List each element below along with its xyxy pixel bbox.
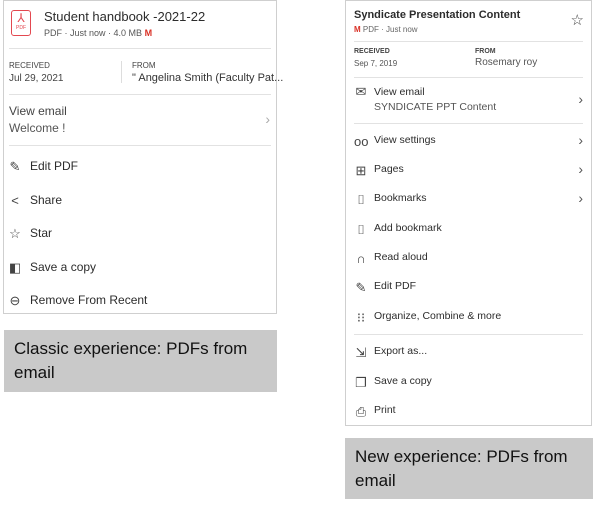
file-time: Just now [70, 28, 106, 38]
menu-item-label: Print [374, 404, 396, 416]
file-title: Syndicate Presentation Content [354, 9, 521, 21]
file-meta: M PDF · Just now [354, 25, 418, 34]
pdf-file-icon: ⅄ PDF [11, 10, 31, 36]
received-value: Jul 29, 2021 [9, 73, 64, 84]
menu-item-label: Add bookmark [374, 222, 442, 234]
export-icon: ⇲ [355, 345, 367, 360]
menu-item-save-a-copy[interactable]: ◧ Save a copy [4, 257, 276, 279]
save-copy-icon: ◧ [8, 260, 22, 275]
glasses-icon: oo [354, 134, 369, 149]
chevron-right-icon: › [265, 111, 270, 127]
star-icon: ☆ [9, 226, 21, 241]
menu-item-view-settings[interactable]: oo View settings › [346, 131, 591, 153]
chevron-right-icon: › [578, 190, 583, 206]
menu-item-edit-pdf[interactable]: ✎ Edit PDF [4, 156, 276, 178]
file-type: PDF [362, 25, 379, 34]
mail-icon: ✉ [355, 84, 367, 99]
from-label: FROM [132, 61, 156, 70]
menu-item-export-as[interactable]: ⇲ Export as... [346, 342, 591, 364]
view-email-row[interactable]: ✉ View email SYNDICATE PPT Content › [346, 81, 591, 121]
menu-item-label: Pages [374, 163, 404, 175]
pencil-icon: ✎ [9, 159, 21, 174]
menu-item-label: Export as... [374, 345, 428, 357]
remove-icon: ⊖ [9, 293, 21, 308]
classic-card: ⅄ PDF Student handbook -2021-22 PDF · Jus… [3, 0, 283, 314]
copy-icon: ❐ [355, 375, 367, 390]
view-email-row[interactable]: View email Welcome ! › [4, 97, 276, 143]
share-icon: < [11, 193, 19, 208]
menu-item-label: Bookmarks [374, 192, 427, 204]
from-label: FROM [475, 48, 496, 55]
view-email-label: View email [374, 86, 425, 98]
chevron-right-icon: › [578, 161, 583, 177]
print-icon: ⎙ [355, 404, 367, 419]
bookmarks-icon: ⌷ [357, 192, 365, 207]
menu-item-edit-pdf[interactable]: ✎ Edit PDF [346, 277, 591, 299]
from-value: Rosemary roy [475, 57, 538, 68]
file-type: PDF [44, 28, 62, 38]
new-card: Syndicate Presentation Content M PDF · J… [345, 0, 592, 426]
menu-item-pages[interactable]: ⊞ Pages › [346, 160, 591, 182]
file-size: 4.0 MB [113, 28, 143, 38]
star-button[interactable]: ☆ [571, 11, 584, 29]
menu-item-share[interactable]: < Share [4, 190, 276, 212]
menu-item-label: Save a copy [374, 375, 432, 387]
grid-icon: ⊞ [355, 163, 367, 178]
menu-item-bookmarks[interactable]: ⌷ Bookmarks › [346, 189, 591, 211]
file-meta: PDF · Just now · 4.0 MB M [44, 28, 153, 38]
file-title: Student handbook -2021-22 [44, 9, 206, 24]
email-subject: Welcome ! [9, 121, 66, 135]
menu-item-add-bookmark[interactable]: ⌷ Add bookmark [346, 219, 591, 241]
menu-item-label: Read aloud [374, 251, 428, 263]
file-time: Just now [386, 25, 418, 34]
chevron-right-icon: › [578, 91, 583, 107]
chevron-right-icon: › [578, 132, 583, 148]
view-email-label: View email [9, 104, 67, 118]
classic-caption: Classic experience: PDFs from email [4, 330, 277, 392]
menu-item-label: Share [30, 193, 63, 207]
menu-item-organize-combine-more[interactable]: ⁝⁝ Organize, Combine & more [346, 307, 591, 329]
menu-item-label: Edit PDF [30, 159, 79, 173]
menu-item-read-aloud[interactable]: ∩ Read aloud [346, 248, 591, 270]
menu-item-save-a-copy[interactable]: ❐ Save a copy [346, 372, 591, 394]
menu-item-label: Save a copy [30, 260, 97, 274]
menu-item-print[interactable]: ⎙ Print [346, 401, 591, 423]
email-subject: SYNDICATE PPT Content [374, 101, 497, 113]
menu-item-label: Remove From Recent [30, 293, 148, 307]
headphones-icon: ∩ [356, 251, 366, 266]
gmail-icon: M [354, 25, 361, 34]
received-label: RECEIVED [354, 48, 390, 55]
menu-item-star[interactable]: ☆ Star [4, 223, 276, 245]
new-caption: New experience: PDFs from email [345, 438, 593, 499]
received-label: RECEIVED [9, 61, 50, 70]
menu-item-label: View settings [374, 134, 436, 146]
dots-grid-icon: ⁝⁝ [356, 310, 366, 325]
from-value: " Angelina Smith (Faculty Pat... [132, 72, 284, 84]
menu-item-remove-from-recent[interactable]: ⊖ Remove From Recent [4, 290, 276, 312]
edit-icon: ✎ [355, 280, 367, 295]
menu-item-label: Edit PDF [374, 280, 417, 292]
menu-item-label: Star [30, 226, 53, 240]
add-bookmark-icon: ⌷ [357, 222, 365, 237]
menu-item-label: Organize, Combine & more [374, 310, 502, 322]
received-value: Sep 7, 2019 [354, 59, 398, 68]
gmail-icon: M [144, 28, 153, 38]
